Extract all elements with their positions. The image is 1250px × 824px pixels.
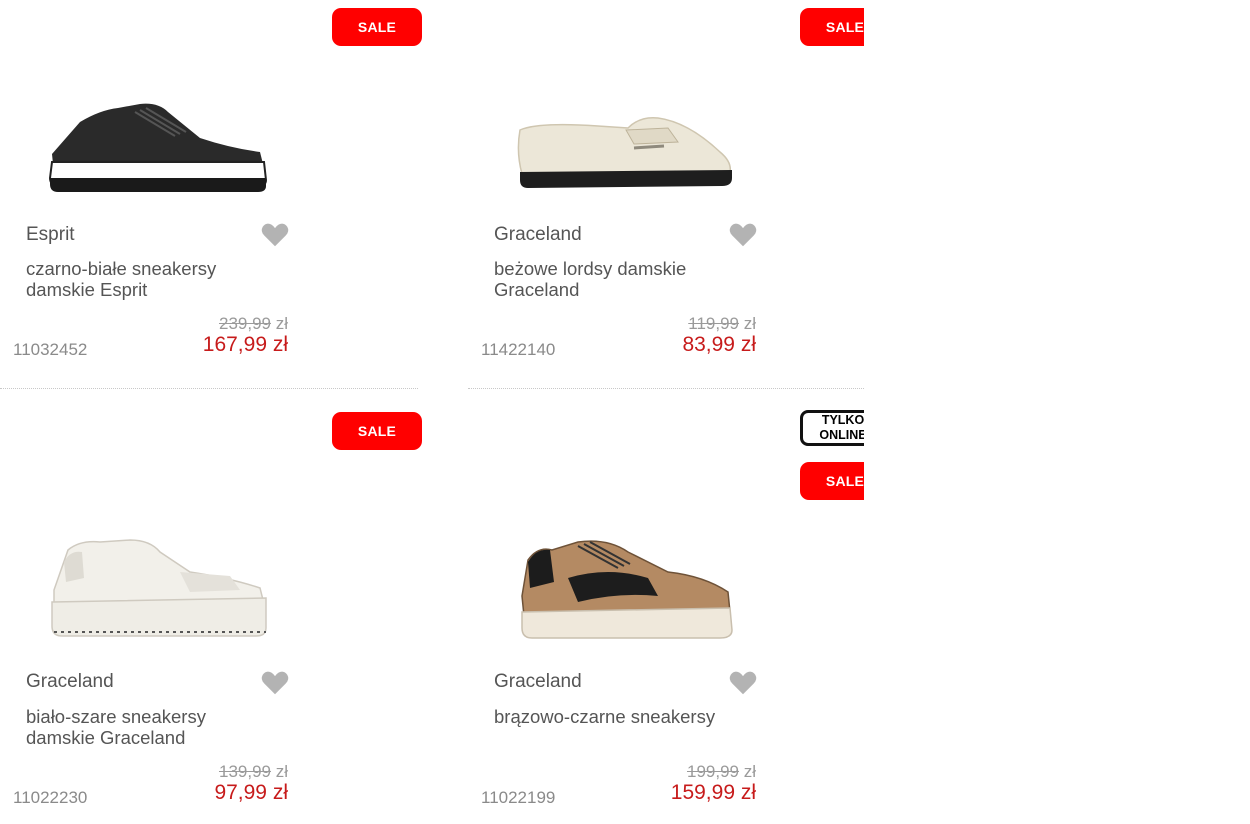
product-card[interactable]: SALE Graceland brązowo-czarne sneakersy … [468, 404, 864, 807]
product-card[interactable]: SALE Graceland biało-szare sneakersy dam… [0, 404, 422, 807]
product-brand: Graceland [494, 224, 582, 245]
product-image-beige-loafer[interactable] [508, 82, 744, 198]
old-price: 199,99 zł [686, 762, 756, 781]
product-name[interactable]: brązowo-czarne sneakersy [494, 706, 764, 727]
product-brand: Graceland [494, 671, 582, 692]
product-brand: Graceland [26, 671, 114, 692]
sale-price: 83,99 zł [682, 333, 756, 356]
row-divider [0, 388, 418, 389]
sale-price: 97,99 zł [214, 781, 288, 804]
product-sku: 11032452 [13, 340, 88, 359]
product-card[interactable]: SALE Esprit czarno-białe sneakersy damsk… [0, 0, 422, 380]
sale-badge: SALE [800, 8, 864, 46]
sale-badge: SALE [332, 412, 422, 450]
product-name[interactable]: biało-szare sneakersy damskie Graceland [26, 706, 296, 748]
product-card[interactable]: SALE Graceland beżowe lordsy damskie Gra… [468, 0, 864, 380]
product-brand: Esprit [26, 224, 75, 245]
product-sku: 11022199 [481, 788, 556, 807]
sale-badge: SALE [332, 8, 422, 46]
old-price: 119,99 zł [688, 314, 756, 333]
product-image-brown-black-sneaker[interactable] [508, 532, 744, 648]
product-image-white-grey-sneaker[interactable] [40, 532, 276, 648]
heart-icon[interactable] [260, 668, 290, 698]
heart-icon[interactable] [728, 220, 758, 250]
product-name[interactable]: czarno-białe sneakersy damskie Esprit [26, 258, 296, 300]
row-divider [468, 388, 864, 389]
online-only-badge: TYLKO ONLINE [800, 410, 864, 446]
heart-icon[interactable] [260, 220, 290, 250]
sale-badge: SALE [800, 462, 864, 500]
product-sku: 11022230 [13, 788, 88, 807]
old-price: 139,99 zł [218, 762, 288, 781]
heart-icon[interactable] [728, 668, 758, 698]
sale-price: 167,99 zł [202, 333, 288, 356]
product-name[interactable]: beżowe lordsy damskie Graceland [494, 258, 764, 300]
sale-price: 159,99 zł [670, 781, 756, 804]
old-price: 239,99 zł [218, 314, 288, 333]
product-grid: SALE Esprit czarno-białe sneakersy damsk… [0, 0, 864, 824]
product-image-black-sneaker[interactable] [40, 82, 276, 198]
product-sku: 11422140 [481, 340, 556, 359]
